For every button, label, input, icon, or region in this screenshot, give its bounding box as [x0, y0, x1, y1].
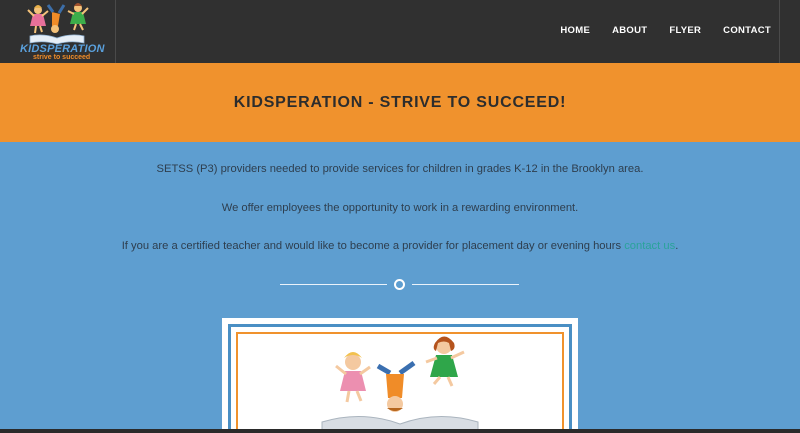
- site-logo[interactable]: KIDSPERATION strive to succeed: [0, 0, 116, 63]
- nav-flyer[interactable]: FLYER: [669, 25, 701, 36]
- nav-contact[interactable]: CONTACT: [723, 25, 771, 36]
- separator-circle-icon: [394, 279, 405, 290]
- intro-paragraph-2: We offer employees the opportunity to wo…: [221, 202, 579, 214]
- contact-us-link[interactable]: contact us: [624, 240, 675, 252]
- nav-about[interactable]: ABOUT: [612, 25, 647, 36]
- paragraph-3-text: If you are a certified teacher and would…: [121, 240, 625, 252]
- top-header: KIDSPERATION strive to succeed HOME ABOU…: [0, 0, 800, 63]
- flyer-image: [222, 318, 578, 433]
- page-title: KIDSPERATION - STRIVE TO SUCCEED!: [233, 94, 567, 111]
- intro-paragraph-3: If you are a certified teacher and would…: [0, 240, 800, 252]
- paragraph-3-end: .: [675, 240, 679, 252]
- window-bottom-edge: [0, 429, 800, 433]
- logo-tagline: strive to succeed: [33, 54, 91, 61]
- separator-line-right: [412, 284, 519, 285]
- main-nav: HOME ABOUT FLYER CONTACT: [538, 25, 771, 36]
- intro-paragraph-1: SETSS (P3) providers needed to provide s…: [156, 163, 644, 175]
- nav-home[interactable]: HOME: [560, 25, 590, 36]
- nav-divider: [779, 0, 780, 63]
- kids-jumping-illustration-icon: [321, 336, 479, 433]
- separator-line-left: [280, 284, 387, 285]
